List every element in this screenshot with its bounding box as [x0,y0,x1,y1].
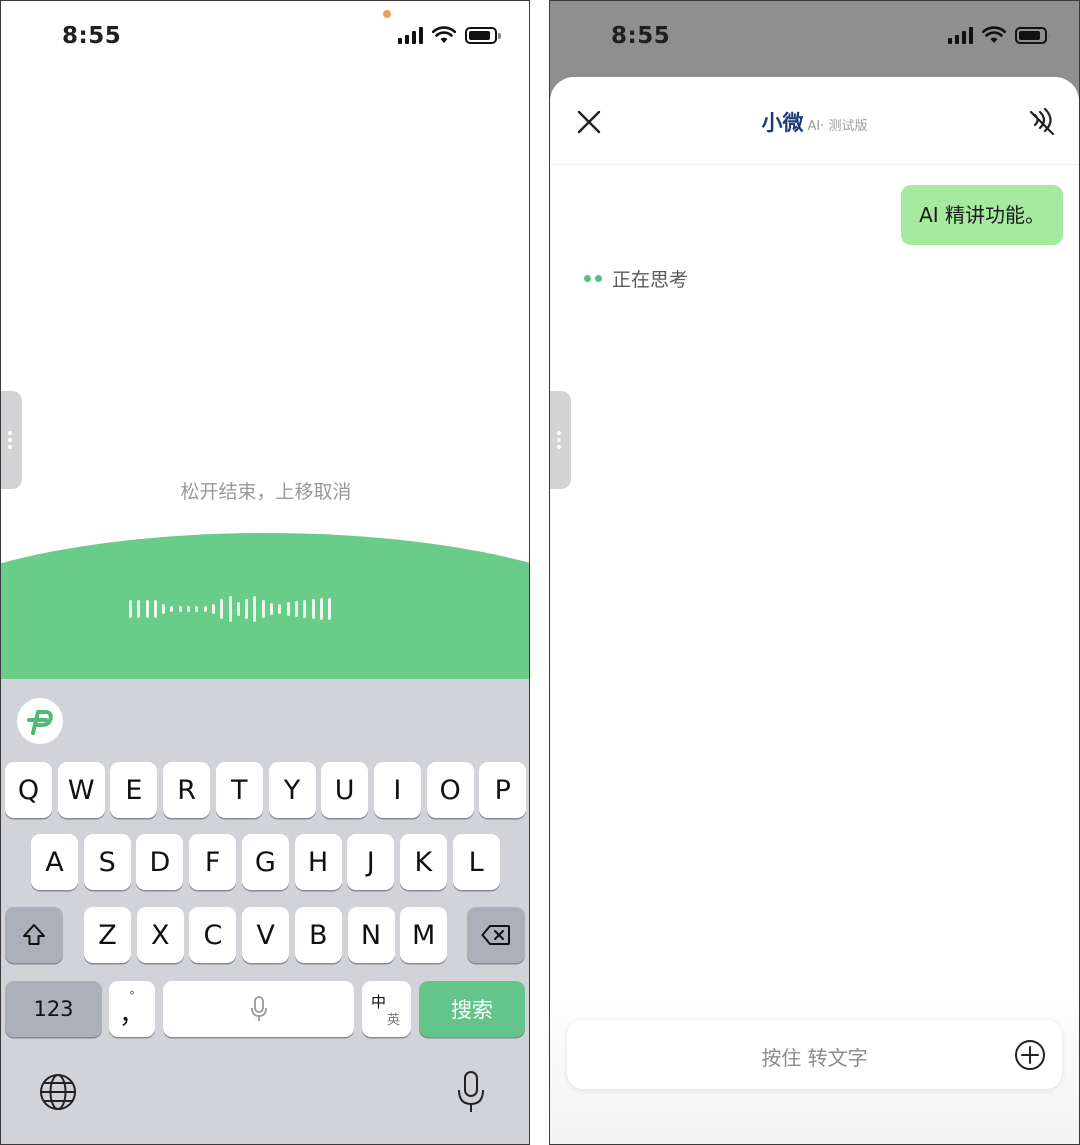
signal-icon [398,26,423,44]
language-switch-key[interactable]: 中 英 [362,981,411,1037]
waveform-bar [228,596,232,622]
waveform-bar [211,604,215,614]
keyboard: QWERTYUIOP ASDFGHJKL ZXCVBNM 123 ° ， 中 英… [1,679,529,1144]
space-key[interactable] [163,981,354,1037]
waveform-bar [261,600,265,618]
key-t[interactable]: T [215,762,263,818]
mic-icon [250,996,267,1021]
sheet-header: 小微 AI· 测试版 [550,77,1079,165]
key-n[interactable]: N [347,907,395,963]
key-q[interactable]: Q [5,762,52,818]
user-message-bubble: AI 精讲功能。 [901,185,1063,245]
delete-icon [481,925,510,945]
key-u[interactable]: U [321,762,369,818]
waveform-bar [303,600,307,618]
release-hint: 松开结束，上移取消 [180,481,352,503]
search-key[interactable]: 搜索 [419,981,525,1037]
hold-to-talk-label: 按住 转文字 [761,1046,868,1070]
numbers-key[interactable]: 123 [5,981,102,1037]
waveform-bar [311,599,315,619]
waveform-bar [286,602,290,616]
waveform-bar [203,606,207,612]
key-j[interactable]: J [347,834,395,890]
key-k[interactable]: K [399,834,447,890]
key-d[interactable]: D [136,834,184,890]
backspace-key[interactable] [467,907,525,963]
waveform-bar [236,602,240,616]
waveform-bar [253,596,257,622]
key-b[interactable]: B [294,907,342,963]
waveform-bar [245,599,249,619]
assistant-title: 小微 [761,111,804,135]
side-drag-handle[interactable] [550,391,571,489]
key-s[interactable]: S [83,834,131,890]
key-m[interactable]: M [400,907,448,963]
waveform-bar [220,599,224,619]
side-drag-handle[interactable] [1,391,22,489]
waveform-bar [294,601,298,617]
key-z[interactable]: Z [84,907,131,963]
voice-waveform [129,589,332,629]
shift-key[interactable] [5,907,63,963]
key-y[interactable]: Y [268,762,316,818]
waveform-bar [195,606,199,612]
waveform-bar [278,604,282,614]
p-logo-icon [27,710,53,735]
assistant-subtitle: AI· 测试版 [807,119,868,134]
status-bar: 8:55 [1,1,529,77]
lang-en-label: 英 [387,1013,401,1028]
status-time: 8:55 [611,23,671,49]
key-l[interactable]: L [452,834,500,890]
globe-icon[interactable] [38,1072,78,1112]
left-phone-screen: 8:55 松开结束，上移取消 QWERTYUIOP ASDFGHJKL ZXCV… [0,0,530,1145]
punctuation-key[interactable]: ° ， [109,981,155,1037]
waveform-bar [328,598,332,620]
waveform-bar [270,603,274,615]
key-c[interactable]: C [189,907,237,963]
status-time: 8:55 [62,23,122,49]
plus-icon[interactable] [1014,1039,1046,1071]
waveform-bar [178,606,182,612]
battery-icon [1015,26,1051,44]
key-a[interactable]: A [31,834,78,890]
thinking-dot [584,275,591,282]
waveform-bar [145,600,149,618]
sound-off-icon[interactable] [1027,107,1057,137]
wifi-icon [432,26,456,43]
key-p[interactable]: P [479,762,527,818]
key-v[interactable]: V [242,907,290,963]
battery-icon [465,26,501,44]
wifi-icon [982,26,1006,43]
waveform-bar [162,604,166,614]
right-phone-screen: 8:55 小微 AI· 测试版 AI 精讲功能。 正在思考 按住 转文字 [549,0,1080,1145]
waveform-bar [153,600,157,618]
keyboard-app-logo[interactable] [17,698,63,744]
waveform-bar [187,606,191,612]
key-e[interactable]: E [110,762,158,818]
ai-assistant-sheet: 小微 AI· 测试版 AI 精讲功能。 正在思考 按住 转文字 [550,77,1079,1144]
waveform-bar [319,598,323,620]
punct-main-label: ， [118,1000,145,1030]
lang-zh-label: 中 [371,993,387,1011]
dictation-mic-icon[interactable] [456,1070,486,1114]
waveform-bar [129,600,132,618]
key-h[interactable]: H [294,834,342,890]
key-f[interactable]: F [189,834,237,890]
status-bar: 8:55 [550,1,1079,77]
key-o[interactable]: O [426,762,474,818]
shift-icon [23,924,45,945]
thinking-indicator: 正在思考 [584,265,688,292]
key-w[interactable]: W [57,762,105,818]
key-g[interactable]: G [241,834,289,890]
key-i[interactable]: I [373,762,421,818]
thinking-dot [595,275,602,282]
waveform-bar [137,600,141,618]
signal-icon [948,26,973,44]
waveform-bar [170,606,174,612]
thinking-label: 正在思考 [612,269,689,291]
key-r[interactable]: R [163,762,211,818]
key-x[interactable]: X [136,907,184,963]
voice-input-bar[interactable]: 按住 转文字 [567,1020,1062,1089]
mic-indicator-dot [383,10,391,18]
